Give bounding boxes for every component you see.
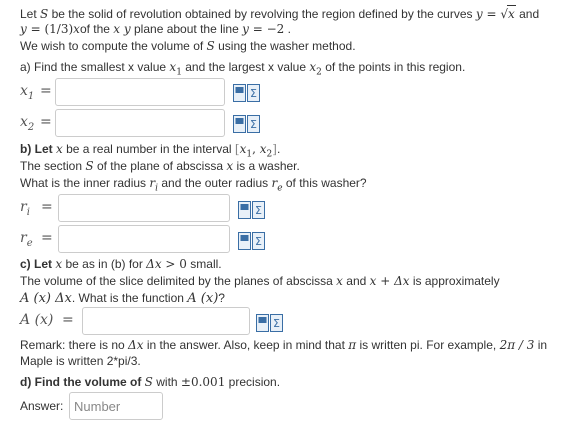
intro-line-1: Let S be the solid of revolution obtaine…	[20, 5, 540, 21]
svg-text:Σ: Σ	[255, 235, 262, 248]
ri-row: ri = Σ	[20, 194, 280, 222]
svg-text:Σ: Σ	[255, 204, 262, 217]
svg-text:Σ: Σ	[250, 87, 257, 100]
part-c-line-2: The volume of the slice delimited by the…	[20, 274, 500, 288]
x2-tool-buttons[interactable]: Σ	[233, 115, 260, 133]
x1-equals: =	[40, 83, 52, 99]
remark-line-2: Maple is written 2*pi/3.	[20, 354, 141, 368]
x2-input[interactable]	[55, 109, 225, 137]
answer-input[interactable]	[69, 392, 163, 420]
ri-equals: =	[41, 199, 53, 215]
answer-label: Answer:	[20, 399, 64, 413]
A-input[interactable]	[82, 307, 250, 335]
x2-equals: =	[40, 114, 52, 130]
part-d-question: d) Find the volume of S with ±0.001 prec…	[20, 375, 281, 389]
x1-label: x1	[20, 83, 35, 102]
svg-text:Σ: Σ	[250, 118, 257, 131]
x2-label: x2	[20, 114, 35, 133]
part-b-line-2: The section S of the plane of abscissa x…	[20, 159, 300, 173]
A-row: A (x) = Σ	[20, 307, 320, 335]
x2-row: x2 = Σ	[20, 109, 280, 137]
re-row: re = Σ	[20, 225, 280, 253]
remark-line-1: Remark: there is no Δx in the answer. Al…	[20, 338, 548, 352]
re-input[interactable]	[58, 225, 230, 253]
A-label: A (x)	[20, 312, 54, 328]
svg-text:Σ: Σ	[273, 317, 280, 330]
x1-row: x1 = Σ	[20, 78, 280, 106]
intro-line-2: y = (1/3)xof the x y plane about the lin…	[20, 22, 291, 36]
A-tool-buttons[interactable]: Σ	[256, 314, 283, 332]
ri-input[interactable]	[58, 194, 230, 222]
part-c-line-3: A (x) Δx. What is the function A (x)?	[20, 291, 225, 306]
intro-line-3: We wish to compute the volume of S using…	[20, 39, 356, 53]
re-equals: =	[41, 230, 53, 246]
x1-input[interactable]	[55, 78, 225, 106]
part-c-line-1: c) Let x be as in (b) for Δx > 0 small.	[20, 257, 222, 271]
x1-tool-buttons[interactable]: Σ	[233, 84, 260, 102]
A-equals: =	[62, 312, 74, 328]
question-page: Let S be the solid of revolution obtaine…	[0, 0, 580, 436]
ri-tool-buttons[interactable]: Σ	[238, 201, 265, 219]
re-tool-buttons[interactable]: Σ	[238, 232, 265, 250]
ri-label: ri	[20, 199, 30, 218]
re-label: re	[20, 230, 33, 249]
